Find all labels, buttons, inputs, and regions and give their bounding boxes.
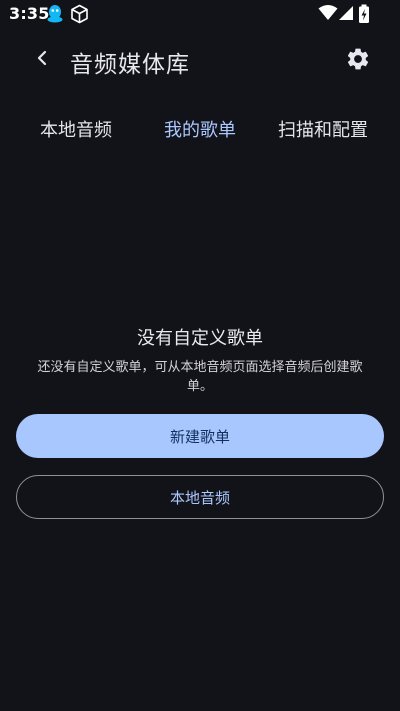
tab-local-audio[interactable]: 本地音频 (40, 116, 112, 142)
tab-bar: 本地音频 我的歌单 扫描和配置 (0, 106, 400, 150)
battery-charging-icon (358, 4, 370, 28)
package-icon (70, 4, 89, 28)
gear-icon (345, 46, 371, 76)
empty-state-description: 还没有自定义歌单，可从本地音频页面选择音频后创建歌单。 (37, 360, 363, 394)
create-playlist-button[interactable]: 新建歌单 (16, 414, 384, 458)
wifi-icon (318, 4, 338, 26)
page-title: 音频媒体库 (70, 52, 190, 78)
back-button[interactable] (28, 46, 56, 74)
tab-my-playlists[interactable]: 我的歌单 (164, 116, 236, 142)
settings-button[interactable] (344, 47, 372, 75)
chevron-left-icon (36, 50, 48, 70)
status-bar: 3:35 (0, 0, 400, 28)
app-bar: 音频媒体库 (0, 36, 400, 84)
status-time: 3:35 (9, 4, 50, 23)
tab-scan-and-config[interactable]: 扫描和配置 (278, 116, 368, 142)
signal-icon (338, 4, 354, 26)
qq-icon (46, 4, 64, 28)
empty-state-title: 没有自定义歌单 (137, 328, 263, 349)
local-audio-button[interactable]: 本地音频 (16, 475, 384, 519)
